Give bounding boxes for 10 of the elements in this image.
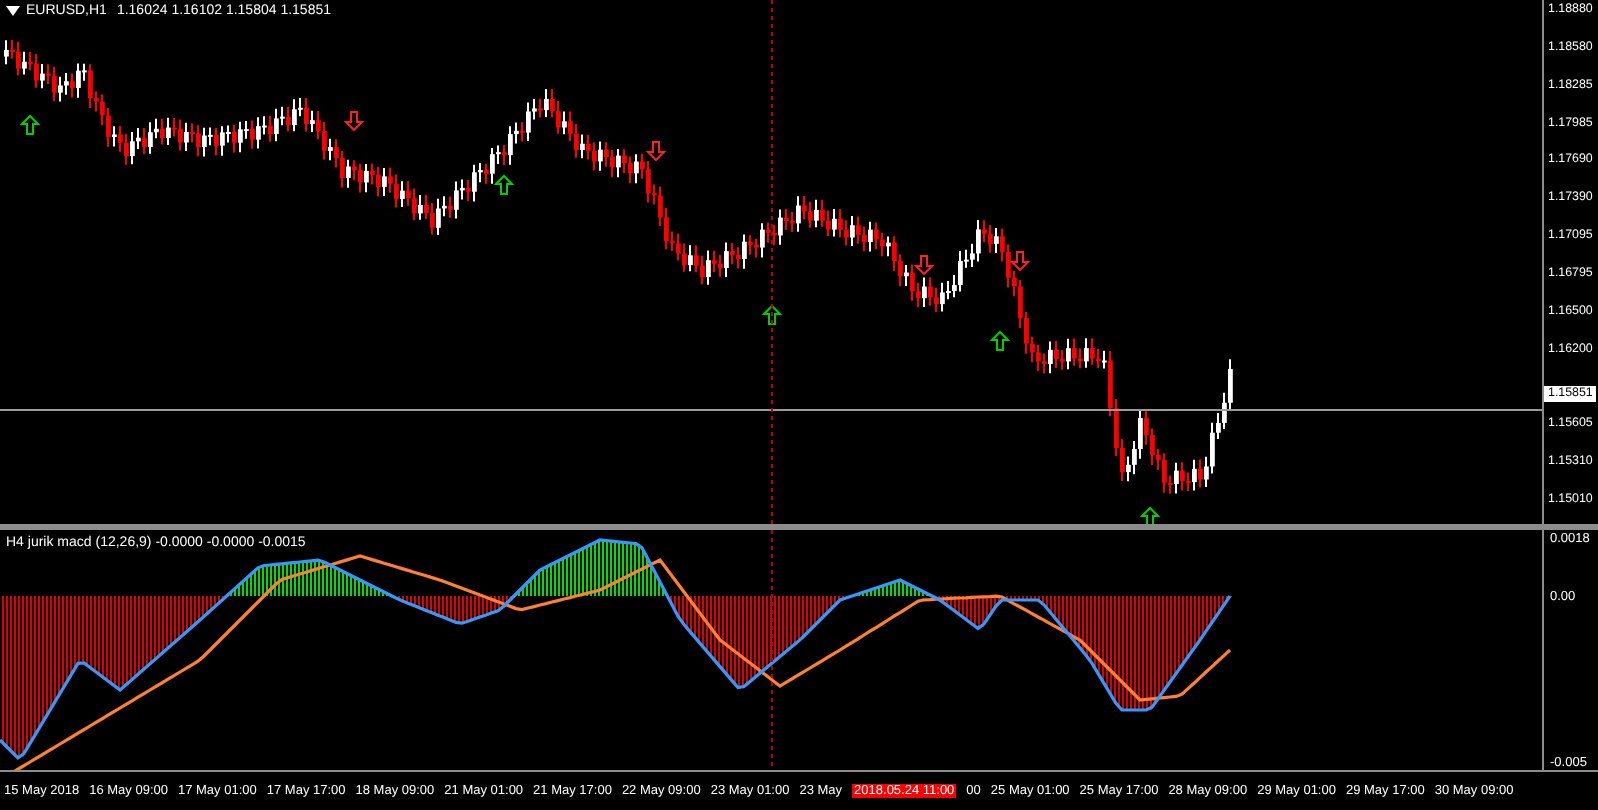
up-arrow-icon [19, 114, 41, 135]
down-arrow-icon [343, 111, 365, 132]
down-arrow-icon [645, 141, 667, 162]
up-arrow-icon [989, 330, 1011, 351]
up-arrow-icon [493, 174, 515, 195]
up-arrow-icon [761, 304, 783, 325]
dropdown-triangle-icon[interactable] [6, 6, 20, 16]
down-arrow-icon [913, 255, 935, 276]
down-arrow-icon [1009, 251, 1031, 272]
up-arrow-icon [1139, 506, 1161, 524]
